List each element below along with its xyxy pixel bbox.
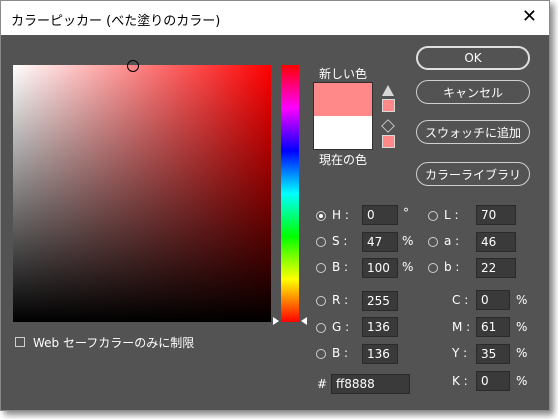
hex-label: # bbox=[317, 377, 328, 391]
saturation-label: S : bbox=[332, 234, 348, 248]
yellow-label: Y : bbox=[452, 346, 468, 360]
black-label: K : bbox=[452, 374, 468, 388]
brightness-label: B : bbox=[332, 260, 349, 274]
lab-b-label: b : bbox=[444, 260, 460, 274]
radio-red[interactable] bbox=[316, 296, 326, 306]
web-safe-cube-icon[interactable] bbox=[381, 119, 395, 133]
web-safe-checkbox[interactable] bbox=[15, 337, 25, 347]
black-unit: % bbox=[516, 374, 528, 388]
saturation-unit: % bbox=[402, 234, 414, 248]
web-safe-correction-swatch[interactable] bbox=[382, 135, 395, 148]
web-safe-label: Web セーフカラーのみに制限 bbox=[33, 336, 195, 350]
green-label: G : bbox=[332, 320, 350, 334]
blue-label: B : bbox=[332, 346, 349, 360]
lab-a-label: a : bbox=[444, 234, 460, 248]
hue-label: H : bbox=[332, 208, 349, 222]
cancel-button[interactable]: キャンセル bbox=[416, 80, 530, 104]
lab-l-input[interactable]: 70 bbox=[476, 205, 516, 225]
radio-brightness[interactable] bbox=[316, 263, 326, 273]
blue-input[interactable]: 136 bbox=[362, 344, 398, 364]
hue-slider-handle-left[interactable] bbox=[273, 317, 279, 325]
radio-lab-a[interactable] bbox=[428, 237, 438, 247]
magenta-input[interactable]: 61 bbox=[476, 317, 510, 337]
radio-green[interactable] bbox=[316, 323, 326, 333]
current-color-label: 現在の色 bbox=[319, 153, 368, 167]
black-input[interactable]: 0 bbox=[476, 371, 510, 391]
new-color-label: 新しい色 bbox=[319, 67, 368, 81]
lab-b-input[interactable]: 22 bbox=[476, 258, 516, 278]
dialog-title: カラーピッカー (べた塗りのカラー) bbox=[11, 14, 221, 29]
yellow-input[interactable]: 35 bbox=[476, 344, 510, 364]
red-label: R : bbox=[332, 293, 349, 307]
hue-unit: ° bbox=[403, 206, 409, 220]
color-picker-dialog: カラーピッカー (べた塗りのカラー) ✕ 新しい色 現在の色 OK キャンセル … bbox=[0, 0, 550, 411]
cyan-label: C : bbox=[452, 293, 469, 307]
green-input[interactable]: 136 bbox=[362, 317, 398, 337]
close-icon[interactable]: ✕ bbox=[522, 8, 537, 26]
yellow-unit: % bbox=[516, 346, 528, 360]
hue-slider-handle-right[interactable] bbox=[301, 317, 307, 325]
brightness-input[interactable]: 100 bbox=[362, 258, 398, 278]
lab-l-label: L : bbox=[444, 208, 459, 222]
gamut-warning-icon[interactable] bbox=[382, 85, 394, 96]
add-to-swatches-button[interactable]: スウォッチに追加 bbox=[416, 120, 530, 144]
saturation-input[interactable]: 47 bbox=[362, 232, 398, 252]
red-input[interactable]: 255 bbox=[362, 291, 398, 311]
swatch-frame bbox=[313, 82, 373, 150]
cyan-input[interactable]: 0 bbox=[476, 290, 510, 310]
title-bar: カラーピッカー (べた塗りのカラー) ✕ bbox=[1, 1, 549, 35]
cyan-unit: % bbox=[516, 293, 528, 307]
ok-button[interactable]: OK bbox=[416, 46, 530, 70]
saturation-brightness-field[interactable] bbox=[13, 65, 271, 322]
hex-input[interactable]: ff8888 bbox=[331, 374, 410, 394]
radio-saturation[interactable] bbox=[316, 237, 326, 247]
radio-lab-l[interactable] bbox=[428, 211, 438, 221]
magenta-unit: % bbox=[516, 320, 528, 334]
brightness-unit: % bbox=[402, 260, 414, 274]
gamut-correction-swatch[interactable] bbox=[382, 99, 395, 112]
radio-lab-b[interactable] bbox=[428, 263, 438, 273]
hue-input[interactable]: 0 bbox=[362, 205, 398, 225]
color-field-marker[interactable] bbox=[127, 60, 139, 72]
magenta-label: M : bbox=[452, 320, 471, 334]
hue-slider[interactable] bbox=[281, 65, 299, 322]
lab-a-input[interactable]: 46 bbox=[476, 232, 516, 252]
radio-blue[interactable] bbox=[316, 349, 326, 359]
color-libraries-button[interactable]: カラーライブラリ bbox=[416, 162, 530, 186]
radio-hue[interactable] bbox=[316, 211, 326, 221]
